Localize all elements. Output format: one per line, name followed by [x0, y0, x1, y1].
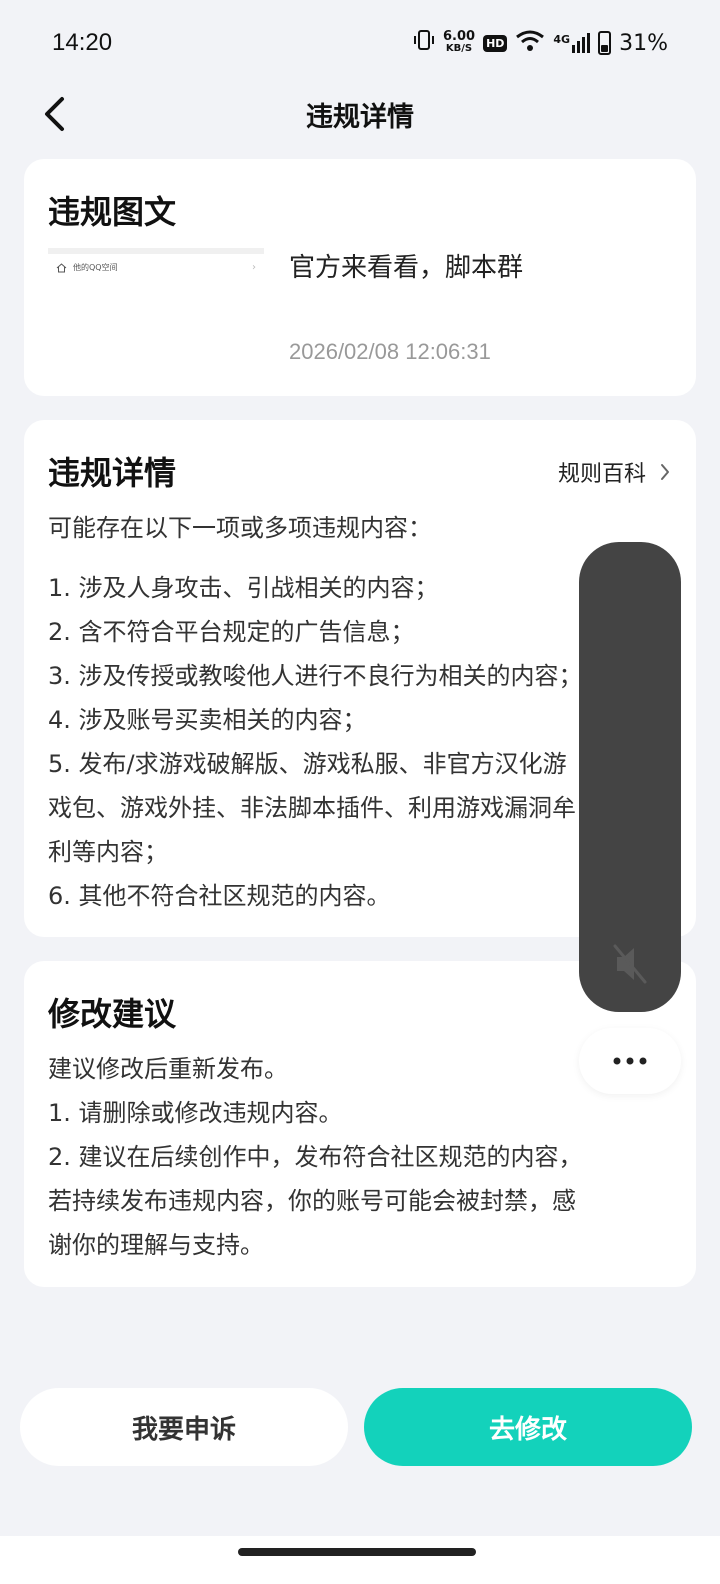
rules-wiki-link[interactable]: 规则百科 — [558, 456, 670, 488]
list-item: 利等内容； — [48, 838, 168, 866]
chevron-right-icon — [661, 464, 669, 480]
list-item: 3. 涉及传授或教唆他人进行不良行为相关的内容； — [48, 662, 583, 690]
wifi-icon — [515, 29, 545, 57]
network-type-label: 4G — [553, 33, 571, 46]
home-indicator[interactable] — [238, 1548, 476, 1556]
list-item: 谢你的理解与支持。 — [48, 1231, 264, 1259]
signal-bars-icon — [572, 33, 591, 53]
thumbnail-row: 他的QQ空间 › — [48, 254, 264, 281]
suggestions-card: 修改建议 建议修改后重新发布。 1. 请删除或修改违规内容。 2. 建议在后续创… — [24, 961, 696, 1287]
chevron-left-icon — [45, 97, 64, 131]
list-item: 4. 涉及账号买卖相关的内容； — [48, 706, 367, 734]
net-speed-value: 6.00 — [442, 29, 476, 44]
net-speed: 6.00 KB/S — [442, 29, 476, 55]
home-icon — [56, 262, 67, 272]
page-title: 违规详情 — [306, 101, 414, 133]
list-item: 6. 其他不符合社区规范的内容。 — [48, 882, 391, 910]
cellular-signal: 4G — [553, 33, 591, 53]
suggestions-list: 建议修改后重新发布。 1. 请删除或修改违规内容。 2. 建议在后续创作中，发布… — [48, 1047, 583, 1267]
vibrate-icon — [413, 29, 435, 57]
chevron-right-icon: › — [252, 262, 256, 273]
more-dots-icon — [613, 1057, 647, 1065]
hd-badge: HD — [483, 34, 508, 52]
violation-list: 1. 涉及人身攻击、引战相关的内容； 2. 含不符合平台规定的广告信息； 3. … — [48, 566, 583, 918]
violation-post-title: 违规图文 — [48, 193, 177, 231]
violation-post-card: 违规图文 他的QQ空间 › 官方来看看，脚本群 2026/02/08 12:06… — [24, 159, 696, 396]
list-item: 若持续发布违规内容，你的账号可能会被封禁，感 — [48, 1187, 576, 1215]
status-time: 14:20 — [52, 29, 113, 56]
list-item: 2. 含不符合平台规定的广告信息； — [48, 618, 415, 646]
suggestions-title: 修改建议 — [48, 995, 177, 1033]
volume-mute-icon[interactable] — [611, 942, 649, 990]
gesture-bar — [0, 1536, 720, 1584]
battery-icon — [598, 31, 612, 55]
list-item: 2. 建议在后续创作中，发布符合社区规范的内容， — [48, 1143, 583, 1171]
net-speed-unit: KB/S — [445, 43, 473, 54]
rules-wiki-label: 规则百科 — [557, 462, 646, 487]
floating-control-panel[interactable] — [579, 542, 681, 1012]
violation-details-title: 违规详情 — [48, 454, 177, 492]
post-timestamp: 2026/02/08 12:06:31 — [289, 339, 491, 364]
thumbnail-text: 他的QQ空间 — [73, 263, 118, 272]
list-item: 建议修改后重新发布。 — [48, 1055, 288, 1083]
nav-bar: 违规详情 — [0, 86, 720, 142]
more-button[interactable] — [579, 1028, 681, 1094]
post-thumbnail[interactable]: 他的QQ空间 › — [48, 248, 264, 292]
appeal-button[interactable]: 我要申诉 — [20, 1388, 348, 1466]
status-bar: 14:20 6.00 KB/S HD 4G 31% — [0, 0, 720, 86]
back-button[interactable] — [32, 92, 76, 136]
edit-button[interactable]: 去修改 — [364, 1388, 692, 1466]
status-icons: 6.00 KB/S HD 4G 31% — [413, 29, 668, 57]
list-item: 戏包、游戏外挂、非法脚本插件、利用游戏漏洞牟 — [48, 794, 576, 822]
list-item: 5. 发布/求游戏破解版、游戏私服、非官方汉化游 — [48, 750, 567, 778]
list-item: 1. 请删除或修改违规内容。 — [48, 1099, 343, 1127]
post-text: 官方来看看，脚本群 — [289, 253, 524, 283]
violation-intro: 可能存在以下一项或多项违规内容： — [48, 514, 432, 542]
list-item: 1. 涉及人身攻击、引战相关的内容； — [48, 574, 439, 602]
battery-percent: 31% — [619, 30, 668, 56]
